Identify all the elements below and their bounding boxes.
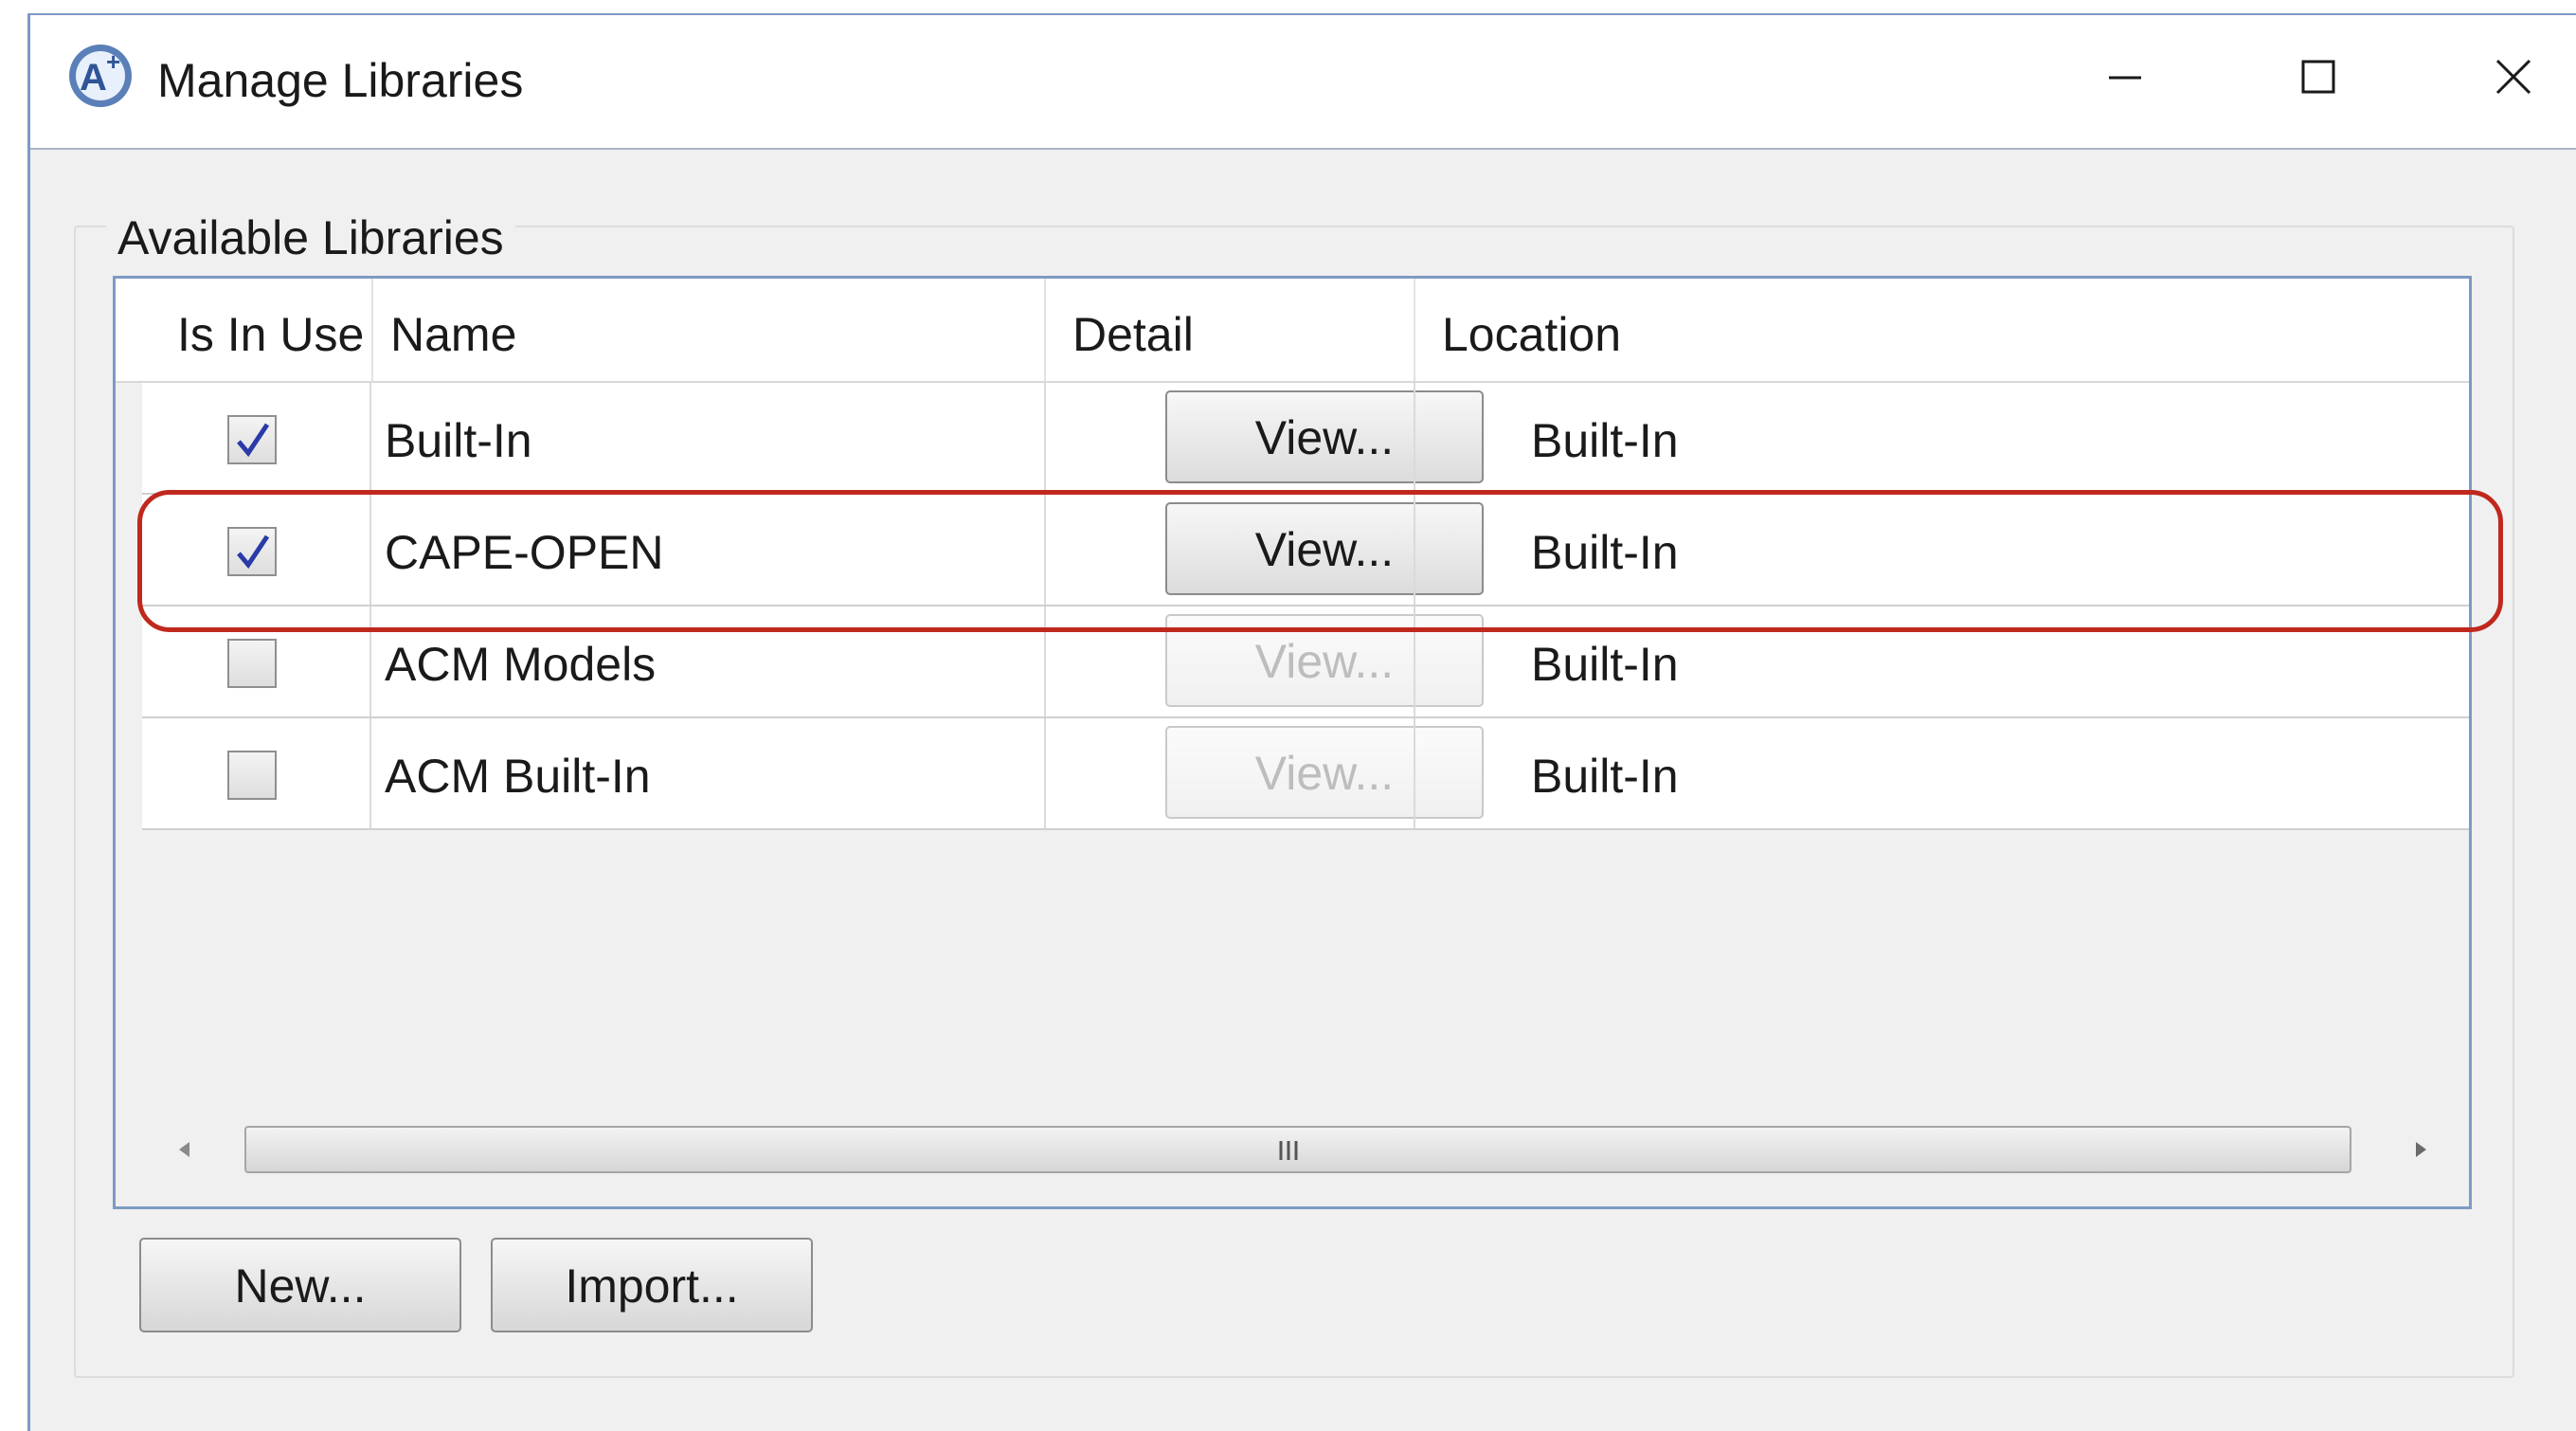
arrow-left-icon	[179, 1142, 189, 1157]
library-name: ACM Built-In	[385, 750, 651, 803]
grip-icon	[1270, 1139, 1307, 1162]
import-library-button[interactable]: Import...	[491, 1238, 813, 1332]
column-header-name[interactable]: Name	[390, 307, 516, 362]
table-row[interactable]: ACM Built-In View... Built-In	[142, 718, 2469, 830]
new-library-button[interactable]: New...	[139, 1238, 461, 1332]
svg-text:A: A	[80, 57, 107, 99]
title-bar[interactable]: A + Manage Libraries	[30, 15, 2576, 150]
cell-divider	[1044, 383, 1046, 493]
window-title: Manage Libraries	[157, 54, 524, 107]
arrow-right-icon	[2416, 1142, 2426, 1157]
header-divider	[371, 279, 373, 381]
header-divider	[1044, 279, 1046, 381]
scroll-left-button[interactable]	[171, 1135, 199, 1164]
scrollbar-thumb[interactable]	[244, 1126, 2351, 1173]
minimize-icon	[2109, 76, 2141, 80]
svg-text:+: +	[106, 47, 120, 76]
in-use-checkbox[interactable]	[227, 639, 277, 688]
grid-header: Is In Use Name Detail Location	[116, 279, 2469, 383]
cell-divider	[369, 718, 371, 828]
library-location: Built-In	[1531, 750, 1679, 803]
close-icon	[2495, 59, 2531, 95]
cell-divider	[1414, 383, 1415, 493]
view-detail-button: View...	[1165, 726, 1484, 819]
column-header-detail[interactable]: Detail	[1072, 307, 1194, 362]
close-button[interactable]	[2480, 44, 2547, 110]
library-name: Built-In	[385, 414, 532, 467]
horizontal-scrollbar[interactable]	[142, 1120, 2469, 1179]
column-header-in-use[interactable]: Is In Use	[177, 307, 364, 362]
library-location: Built-In	[1531, 638, 1679, 691]
maximize-button[interactable]	[2285, 44, 2351, 110]
libraries-grid[interactable]: Is In Use Name Detail Location Built-In …	[113, 276, 2472, 1209]
library-location: Built-In	[1531, 414, 1679, 467]
checkmark-icon	[237, 423, 270, 458]
scroll-right-button[interactable]	[2406, 1135, 2435, 1164]
in-use-checkbox[interactable]	[227, 751, 277, 800]
column-header-location[interactable]: Location	[1442, 307, 1621, 362]
header-divider	[1414, 279, 1415, 381]
cell-divider	[1044, 718, 1046, 828]
app-logo-icon: A +	[66, 42, 135, 110]
library-name: ACM Models	[385, 638, 657, 691]
table-row[interactable]: Built-In View... Built-In	[142, 383, 2469, 495]
cell-divider	[1414, 718, 1415, 828]
group-label: Available Libraries	[106, 210, 515, 265]
maximize-icon	[2301, 60, 2335, 94]
view-detail-button[interactable]: View...	[1165, 390, 1484, 483]
highlighted-row-annotation	[137, 490, 2503, 632]
cell-divider	[369, 383, 371, 493]
minimize-button[interactable]	[2092, 44, 2158, 110]
in-use-checkbox[interactable]	[227, 415, 277, 464]
